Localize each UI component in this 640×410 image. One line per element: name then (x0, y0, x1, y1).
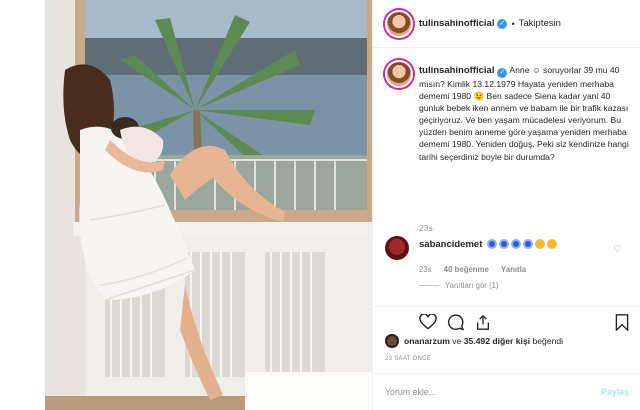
author-username[interactable]: tulinsahinofficial (419, 18, 494, 29)
verified-badge-icon: ✓ (497, 18, 508, 29)
share-icon[interactable] (475, 314, 491, 331)
liker-username[interactable]: onanarzum (404, 336, 450, 346)
liker-avatar[interactable] (385, 334, 399, 348)
comment-like-heart-icon[interactable]: ♡ (613, 244, 622, 255)
separator-dot: • (511, 18, 515, 29)
reply-button[interactable]: Yanıtla (501, 265, 526, 274)
evil-eye-emoji-icon (486, 239, 497, 249)
face-emoji-icon (534, 239, 545, 249)
commenter-avatar[interactable] (385, 236, 409, 260)
post-comment-button[interactable]: Paylaş (601, 387, 629, 397)
post-side-panel: tulinsahinofficial ✓ • Takiptesin tulins… (372, 0, 640, 410)
comment-form: Paylaş (373, 373, 640, 410)
heart-icon[interactable] (419, 314, 437, 330)
commenter-username[interactable]: sabancidemet (419, 239, 482, 250)
comment-icon[interactable] (447, 314, 465, 331)
evil-eye-emoji-icon (498, 239, 509, 249)
comment-emojis (485, 239, 557, 249)
post-actions (373, 306, 640, 336)
caption-text: Anne ☺ soruyorlar 39 mu 40 mısın? Kimlik… (419, 65, 629, 162)
comment-input[interactable] (385, 387, 602, 397)
likes-suffix: beğendi (532, 336, 564, 346)
post-photo[interactable] (45, 0, 372, 410)
likes-count[interactable]: 35.492 diğer kişi (464, 336, 530, 346)
view-replies-button[interactable]: Yanıtları gör (1) (445, 281, 499, 290)
follow-status-button[interactable]: Takiptesin (519, 18, 561, 29)
caption-timestamp[interactable]: 23s (419, 223, 433, 233)
bookmark-icon[interactable] (615, 314, 629, 331)
caption-author-avatar[interactable] (385, 60, 413, 88)
post-header: tulinsahinofficial ✓ • Takiptesin (373, 0, 640, 48)
verified-badge-icon: ✓ (497, 68, 508, 78)
evil-eye-emoji-icon (522, 239, 533, 249)
evil-eye-emoji-icon (510, 239, 521, 249)
author-avatar[interactable] (385, 10, 413, 38)
photo-illustration (45, 0, 372, 410)
comment-meta: 23s 40 beğenme Yanıtla (419, 265, 536, 274)
heart-eyes-emoji-icon (546, 239, 557, 249)
likes-connector: ve (452, 336, 462, 346)
comment-timestamp[interactable]: 23s (419, 265, 432, 274)
post-time-ago[interactable]: 23 SAAT ÖNCE (385, 356, 431, 362)
comment-likes-count[interactable]: 40 beğenme (444, 265, 489, 274)
likes-summary: onanarzum ve 35.492 diğer kişi beğendi (385, 334, 563, 348)
caption-username[interactable]: tulinsahinofficial (419, 65, 494, 76)
post-caption: tulinsahinofficial ✓ Anne ☺ soruyorlar 39… (419, 64, 633, 163)
comment: sabancidemet (419, 239, 633, 250)
